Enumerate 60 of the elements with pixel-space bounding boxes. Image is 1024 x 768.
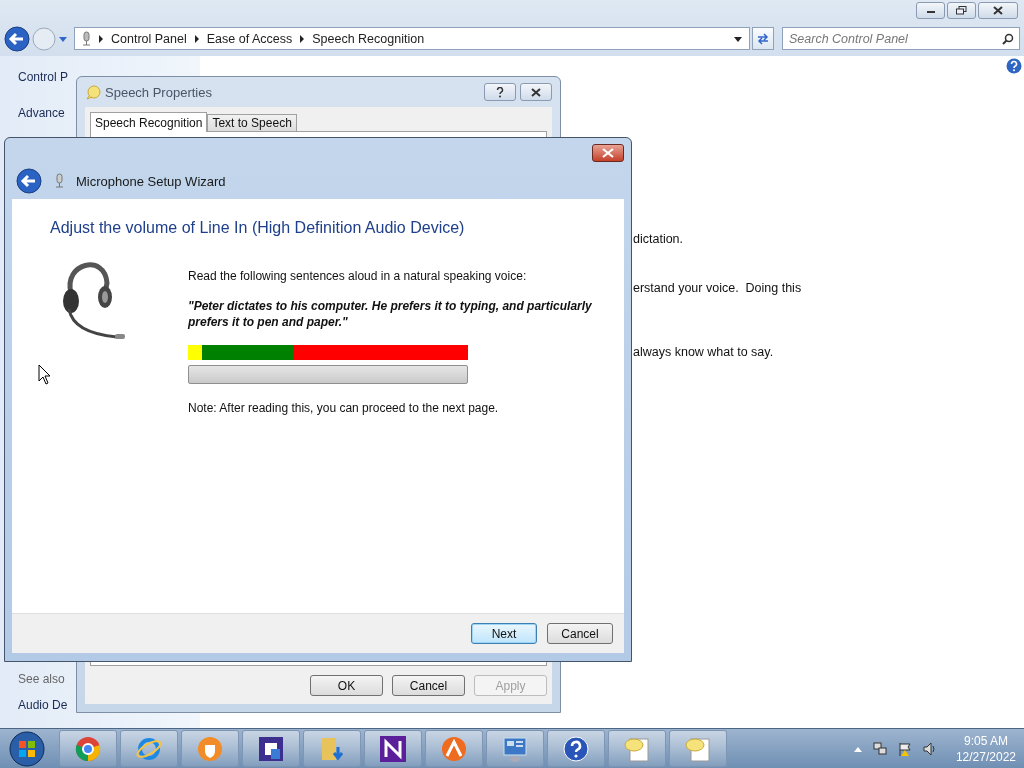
back-icon[interactable] xyxy=(16,168,42,194)
help-icon xyxy=(496,86,504,98)
taskbar-button[interactable] xyxy=(547,730,605,767)
close-button[interactable] xyxy=(592,143,624,162)
volume-icon[interactable] xyxy=(922,741,937,756)
help-icon[interactable] xyxy=(1006,58,1022,74)
page-heading: Adjust the volume of Line In (High Definition Audio Device) xyxy=(50,219,466,237)
instruction-text: Read the following sentences aloud in a natural speaking voice: xyxy=(188,269,528,283)
chevron-icon xyxy=(299,34,306,43)
close-button[interactable] xyxy=(520,83,552,101)
note-text: Note: After reading this, you can proceed to the next page. xyxy=(188,401,500,415)
start-button[interactable] xyxy=(8,729,46,768)
microphone-icon xyxy=(81,30,91,47)
refresh-icon xyxy=(756,32,770,45)
speech-icon xyxy=(85,84,101,100)
help-button[interactable] xyxy=(484,83,516,101)
chip-icon xyxy=(257,734,285,763)
search-icon[interactable] xyxy=(1002,33,1014,45)
shield-icon xyxy=(196,734,224,763)
description-text: dictation. xyxy=(633,232,685,246)
browser-icon xyxy=(74,734,102,763)
restore-button[interactable] xyxy=(947,2,976,19)
taskbar-button[interactable] xyxy=(364,730,422,767)
chevron-icon xyxy=(98,34,104,43)
dialog-button[interactable]: OK xyxy=(310,675,383,696)
quote-text: "Peter dictates to his computer. He prefers it to typing, and particularly prefers it to pen and paper." xyxy=(188,298,593,330)
app-icon xyxy=(379,734,407,763)
close-button[interactable] xyxy=(978,2,1018,19)
address-bar[interactable]: Control Panel Ease of Access Speech Recognition xyxy=(74,27,750,50)
cursor-icon xyxy=(38,364,52,386)
breadcrumb[interactable]: Speech Recognition xyxy=(312,31,425,46)
refresh-button[interactable] xyxy=(752,27,774,50)
breadcrumb[interactable]: Ease of Access xyxy=(206,31,293,46)
wizard-button[interactable]: Next xyxy=(471,623,537,644)
close-icon xyxy=(531,87,541,97)
breadcrumb[interactable]: Control Panel xyxy=(111,31,187,46)
dropdown-icon[interactable] xyxy=(733,34,743,43)
microphone-icon xyxy=(54,173,64,189)
chevron-icon xyxy=(193,34,200,43)
taskbar-button[interactable] xyxy=(242,730,300,767)
tab[interactable]: Text to Speech xyxy=(207,114,297,131)
minimize-button[interactable] xyxy=(916,2,945,19)
description-text: always know what to say. xyxy=(633,345,775,359)
close-icon xyxy=(602,147,614,158)
back-icon[interactable] xyxy=(4,25,30,52)
description-text: erstand your voice. Doing this xyxy=(633,281,803,295)
help-icon xyxy=(562,734,590,763)
tab[interactable]: Speech Recognition xyxy=(90,112,208,132)
dashboard-icon xyxy=(501,734,529,763)
see-also-heading: See also xyxy=(18,672,66,686)
window-title: Speech Properties xyxy=(105,84,212,100)
window-title: Microphone Setup Wizard xyxy=(76,173,226,189)
tray-arrow-icon[interactable] xyxy=(853,745,862,752)
dialog-button[interactable]: Cancel xyxy=(392,675,465,696)
wizard-button[interactable]: Cancel xyxy=(547,623,613,644)
close-icon xyxy=(993,6,1003,15)
flag-icon[interactable] xyxy=(897,741,912,756)
network-icon[interactable] xyxy=(872,741,887,756)
search-field[interactable]: Search Control Panel xyxy=(782,27,1020,50)
restore-icon xyxy=(956,6,967,15)
